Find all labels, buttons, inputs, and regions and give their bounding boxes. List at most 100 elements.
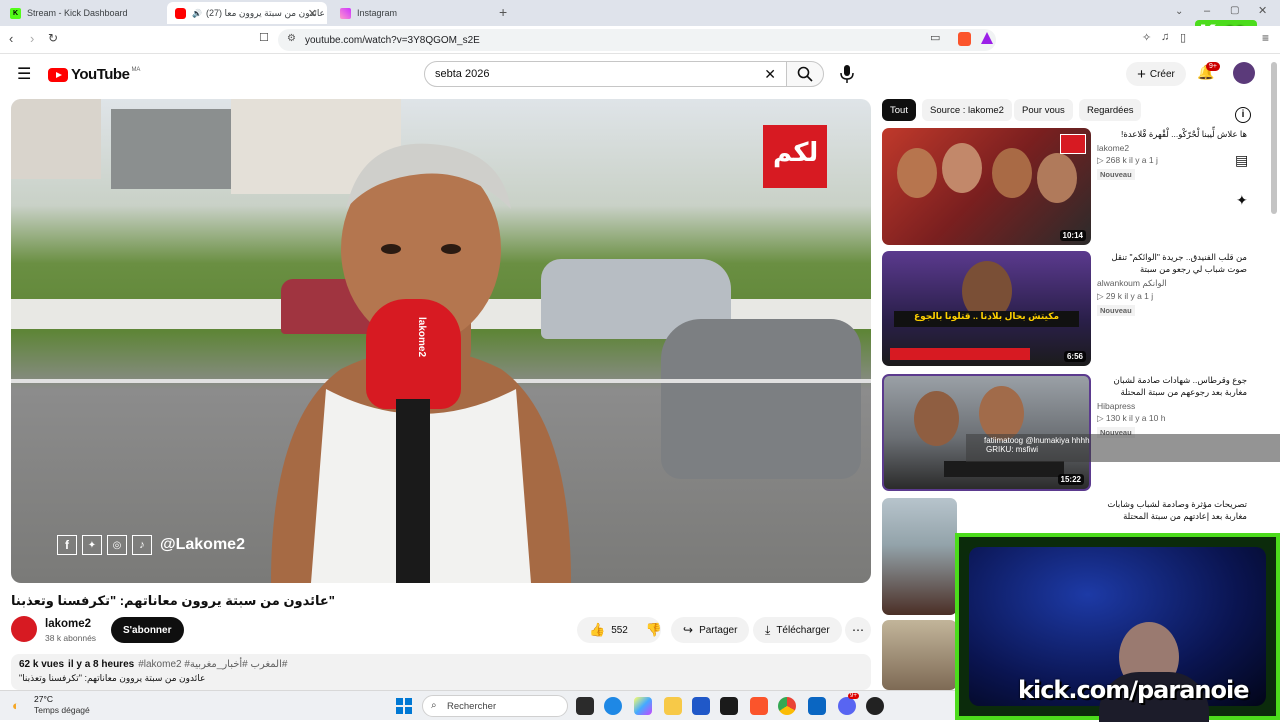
taskbar-search[interactable]: ⌕ Rechercher [422,695,568,717]
chat-icon[interactable]: ▤ [1235,152,1248,169]
recommendation-stats-text: 130 k il y a 10 h [1105,413,1166,423]
extensions-icon[interactable]: ✧ [1142,31,1151,44]
minimize-button[interactable]: – [1204,5,1210,17]
copilot-icon[interactable] [634,697,652,715]
thumbnail-face [897,148,937,198]
share-icon: ↪ [683,623,694,637]
chip-for-you[interactable]: Pour vous [1014,99,1073,121]
download-button[interactable]: ⤓ Télécharger [753,617,842,643]
share-button[interactable]: ↪ Partager [671,617,750,643]
subscribe-label: S'abonner [123,624,172,636]
instagram-icon [340,7,351,19]
search-icon [797,66,813,82]
duration-badge: 10:14 [1059,230,1086,241]
clear-search-icon[interactable]: ✕ [764,66,776,83]
video-thumbnail[interactable] [882,498,957,615]
thumbnail-face [1037,153,1077,203]
tab-youtube-video[interactable]: 🔊 (27) عائدون من سبتة يروون معا ✕ [167,2,327,24]
video-thumbnail[interactable]: 15:22 [882,374,1091,491]
duration-badge: 15:22 [1057,474,1084,485]
tab-search-icon[interactable]: ⌄ [1175,6,1183,17]
media-icon[interactable]: ♫ [1161,31,1169,43]
thumbnail-face [942,143,982,193]
thumbs-up-icon: 👍 [589,622,606,637]
sidebar-icon[interactable]: ▯ [1180,31,1186,44]
file-explorer-icon[interactable] [664,697,682,715]
task-view-icon[interactable] [576,697,594,715]
reload-icon[interactable]: ↻ [48,31,58,45]
tiktok-icon: ♪ [132,535,152,555]
maximize-button[interactable]: ▢ [1230,5,1239,16]
close-window-button[interactable]: ✕ [1258,4,1267,17]
search-button[interactable] [786,61,824,87]
forward-arrow-icon[interactable]: › [30,31,34,46]
app-icon[interactable] [866,697,884,715]
brave-rewards-icon[interactable] [981,32,993,44]
app-icon[interactable] [720,697,738,715]
chip-all[interactable]: Tout [882,99,916,121]
cast-icon[interactable]: ▭ [930,31,940,44]
chip-watched[interactable]: Regardées [1079,99,1142,121]
like-button[interactable]: 👍 552 👎 [577,617,662,643]
youtube-logo[interactable]: YouTube MA [48,66,140,83]
video-meta: تصريحات مؤثرة وصادمة لشباب وشابات مغاربة… [1097,498,1247,522]
voice-search-icon[interactable] [838,63,856,85]
create-button[interactable]: + Créer [1126,62,1186,86]
recommendation-item[interactable]: مكيتش بحال بلادنا .. قتلونا بالجوع 6:56 … [882,251,1272,369]
billboard [111,109,231,189]
channel-avatar[interactable] [11,616,37,642]
outlook-icon[interactable] [808,697,826,715]
recommendation-item[interactable]: 15:22 جوع وقرطاس.. شهادات صادمة لشبان مغ… [882,374,1272,492]
recommendation-title: تصريحات مؤثرة وصادمة لشباب وشابات مغاربة… [1107,499,1247,521]
notification-badge: 9+ [1206,62,1220,71]
back-arrow-icon[interactable]: ‹ [9,31,13,46]
subscribe-button[interactable]: S'abonner [111,617,184,643]
thumbnail-face [979,386,1024,441]
hamburger-menu-icon[interactable]: ☰ [17,64,31,84]
tab-instagram[interactable]: Instagram [332,2,492,24]
avatar[interactable] [1233,62,1255,84]
sparkle-icon[interactable]: ✦ [1236,192,1248,209]
lakome-logo-glyph: لكم [773,137,819,167]
video-thumbnail[interactable]: مكيتش بحال بلادنا .. قتلونا بالجوع 6:56 [882,251,1091,366]
chrome-icon[interactable] [778,697,796,715]
bookmark-icon[interactable]: ☐ [259,31,269,44]
recommendation-channel[interactable]: Hibapress [1097,401,1247,411]
more-actions-button[interactable]: ⋯ [845,617,871,643]
edge-icon[interactable] [604,697,622,715]
address-bar[interactable]: ⚙ youtube.com/watch?v=3Y8QGOM_s2E [278,29,996,51]
menu-icon[interactable]: ≡ [1262,31,1269,45]
mic-label: lakome2 [416,317,427,358]
tab-kick-dashboard[interactable]: K Stream - Kick Dashboard [2,2,164,24]
speaker-icon: 🔊 [192,8,202,18]
discord-icon[interactable] [838,697,856,715]
download-icon: ⤓ [765,622,771,637]
page-scrollbar[interactable] [1271,62,1277,214]
chip-source[interactable]: Source : lakome2 [922,99,1012,121]
hashtags[interactable]: #lakome2 #المغرب #أخبار_مغربية# [138,659,287,670]
channel-name[interactable]: lakome2 [45,618,91,630]
video-thumbnail[interactable]: 10:14 [882,128,1091,245]
browser-tab-strip: K Stream - Kick Dashboard 🔊 (27) عائدون … [0,0,1280,26]
search-input[interactable]: sebta 2026 ✕ [424,61,787,87]
recommendation-item[interactable]: 10:14 ها علاش لِّيبنا لْحْرّكْو... لْقْه… [882,128,1272,246]
close-tab-icon[interactable]: ✕ [308,7,317,20]
recommendation-channel[interactable]: alwankoum الوانكم [1097,278,1247,289]
recommendation-stats: ▷ 268 k il y a 1 j [1097,155,1158,165]
scooter [661,319,861,479]
windows-start-icon[interactable] [396,698,412,714]
country-code: MA [131,66,141,73]
video-thumbnail[interactable] [882,620,957,690]
thumbs-down-icon[interactable]: 👎 [646,622,662,638]
info-icon[interactable]: i [1235,107,1251,123]
new-tab-button[interactable]: + [499,4,507,20]
lakome-logo: لكم [763,125,827,188]
description-box[interactable]: 62 k vues il y a 8 heures #lakome2 #المغ… [11,654,871,690]
store-icon[interactable] [692,697,710,715]
navigation-bar: ‹ › ↻ ☐ ⚙ youtube.com/watch?v=3Y8QGOM_s2… [0,26,1280,54]
brave-shield-icon[interactable] [958,32,971,46]
site-info-icon[interactable]: ⚙ [287,33,296,44]
brave-icon[interactable] [750,697,768,715]
recommendation-channel[interactable]: lakome2 [1097,143,1247,153]
video-player[interactable]: lakome2 لكم f ✦ ◎ ♪ @Lakome2 [11,99,871,583]
